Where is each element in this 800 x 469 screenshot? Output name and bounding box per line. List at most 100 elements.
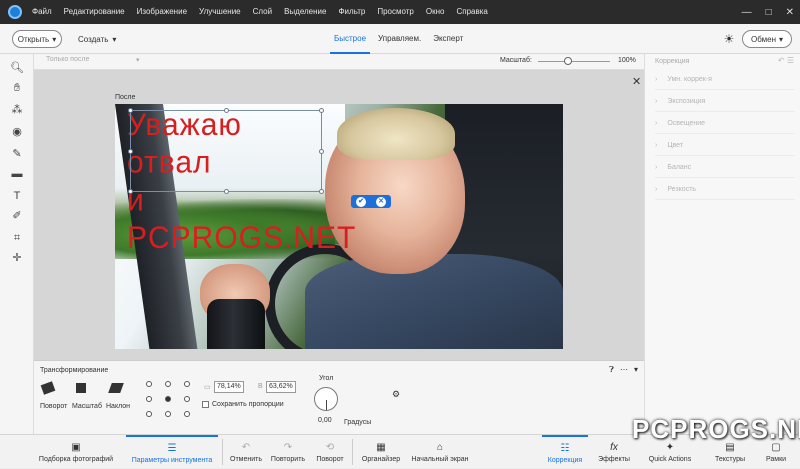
transform-bounding-box[interactable] — [128, 108, 324, 194]
taskbar-divider — [222, 439, 223, 465]
reset-icon[interactable]: ↶ ☰ — [778, 56, 794, 65]
watermark: PCPROGS.NET — [632, 414, 800, 444]
transform-handle[interactable] — [319, 189, 324, 194]
photo-bin-button[interactable]: ▣ Подборка фотографий — [34, 435, 118, 469]
reference-point[interactable] — [146, 411, 152, 417]
close-window-button[interactable]: ✕ — [786, 7, 794, 18]
correction-item-exposure[interactable]: › Экспозиция — [655, 92, 795, 112]
angle-value: 0,00 — [318, 417, 332, 424]
reference-point[interactable] — [184, 381, 190, 387]
correction-item-lighting[interactable]: › Освещение — [655, 114, 795, 134]
transform-handle[interactable] — [319, 149, 324, 154]
height-field[interactable]: 63,62% — [266, 381, 296, 393]
transform-handle[interactable] — [224, 108, 229, 113]
tab-expert[interactable]: Эксперт — [429, 24, 467, 54]
photo-canvas[interactable]: Уважаю отвал и PCPROGS.NET ✔ ✕ — [115, 104, 563, 349]
menu-help[interactable]: Справка — [450, 0, 493, 24]
transform-handle[interactable] — [128, 189, 133, 194]
chevron-down-icon: ▾ — [778, 34, 783, 44]
adjustments-button[interactable]: ☷ Коррекция — [542, 435, 588, 469]
effects-button[interactable]: fx Эффекты — [594, 435, 634, 469]
menu-view[interactable]: Просмотр — [371, 0, 420, 24]
crop-icon[interactable]: ⌗ — [9, 230, 25, 246]
home-screen-button[interactable]: ⌂ Начальный экран — [408, 435, 472, 469]
menu-edit[interactable]: Редактирование — [58, 0, 131, 24]
menu-layer[interactable]: Слой — [247, 0, 278, 24]
reference-point[interactable] — [165, 411, 171, 417]
height-icon: B — [258, 383, 263, 390]
scale-label[interactable]: Масштаб — [72, 403, 102, 410]
hand-tool-icon[interactable]: ✋︎ — [9, 80, 25, 96]
red-eye-icon[interactable]: ◉ — [9, 124, 25, 140]
chevron-down-icon: ▾ — [136, 57, 140, 64]
transform-handle[interactable] — [128, 108, 133, 113]
transform-handle[interactable] — [128, 149, 133, 154]
open-button[interactable]: Открыть ▾ — [12, 30, 62, 48]
spot-healing-icon[interactable]: ▬ — [9, 166, 25, 182]
reference-point[interactable] — [146, 396, 152, 402]
skew-icon[interactable] — [108, 383, 124, 393]
sun-icon[interactable]: ☀ — [722, 32, 736, 46]
transform-handle[interactable] — [224, 189, 229, 194]
menu-image[interactable]: Изображение — [131, 0, 193, 24]
quick-selection-icon[interactable]: ⁂ — [9, 102, 25, 118]
rotate-label[interactable]: Поворот — [40, 403, 67, 410]
rotate-icon[interactable] — [40, 381, 56, 395]
tab-guided[interactable]: Управляем. — [374, 24, 425, 54]
organizer-button[interactable]: ▦ Органайзер — [358, 435, 404, 469]
window-controls: — □ ✕ — [742, 0, 794, 24]
chevron-right-icon: › — [655, 186, 658, 193]
undo-label: Отменить — [230, 455, 262, 463]
correction-item-sharpness[interactable]: › Резкость — [655, 180, 795, 200]
share-button[interactable]: Обмен ▾ — [742, 30, 792, 48]
maximize-button[interactable]: □ — [766, 7, 772, 18]
settings-icon[interactable]: ⚙ — [392, 389, 400, 400]
menu-select[interactable]: Выделение — [278, 0, 332, 24]
chevron-down-icon[interactable]: ▾ — [634, 365, 638, 375]
reference-point[interactable] — [184, 411, 190, 417]
view-select[interactable]: Только после ▾ — [46, 56, 156, 64]
open-label: Открыть — [17, 34, 50, 44]
rotate-button[interactable]: ⟲ Поворот — [312, 435, 348, 469]
zoom-tool-icon[interactable]: 🔍︎ — [9, 60, 25, 76]
create-button[interactable]: Создать ▾ — [78, 30, 116, 48]
tab-quick[interactable]: Быстрое — [330, 24, 371, 54]
correction-item-color[interactable]: › Цвет — [655, 136, 795, 156]
zoom-slider-thumb[interactable] — [564, 57, 572, 65]
reference-point-selected[interactable] — [165, 396, 171, 402]
text-tool-icon[interactable]: T — [9, 188, 25, 204]
redo-button[interactable]: ↷ Повторить — [266, 435, 310, 469]
menu-bar: Файл Редактирование Изображение Улучшени… — [0, 0, 800, 24]
keep-proportions-checkbox[interactable] — [202, 401, 209, 408]
more-icon[interactable]: ⋯ — [620, 365, 628, 375]
cancel-icon[interactable]: ✕ — [376, 196, 386, 207]
skew-label[interactable]: Наклон — [106, 403, 130, 410]
width-field[interactable]: 78,14% — [214, 381, 244, 393]
zoom-slider-track[interactable] — [538, 61, 610, 62]
menu-enhance[interactable]: Улучшение — [193, 0, 247, 24]
brush-icon[interactable]: ✐ — [9, 208, 25, 224]
scale-icon[interactable] — [76, 383, 86, 393]
chevron-right-icon: › — [655, 76, 658, 83]
menu-filter[interactable]: Фильтр — [332, 0, 371, 24]
minimize-button[interactable]: — — [742, 7, 752, 18]
sliders-icon: ☷ — [560, 442, 570, 454]
menu-file[interactable]: Файл — [26, 0, 58, 24]
move-icon[interactable]: ✛ — [9, 250, 25, 266]
reference-point[interactable] — [165, 381, 171, 387]
close-icon[interactable]: ✕ — [632, 76, 641, 88]
angle-dial[interactable] — [314, 387, 338, 411]
menu-window[interactable]: Окно — [420, 0, 451, 24]
reference-point[interactable] — [146, 381, 152, 387]
undo-button[interactable]: ↶ Отменить — [226, 435, 266, 469]
whiten-teeth-icon[interactable]: ✎ — [9, 146, 25, 162]
canvas-area: ✕ После Уважаю отвал и PCPROGS.NET ✔ ✕ — [34, 70, 644, 360]
reference-point[interactable] — [184, 396, 190, 402]
tool-options-button[interactable]: ☰ Параметры инструмента — [126, 435, 218, 469]
commit-icon[interactable]: ✔ — [356, 196, 366, 207]
correction-item-balance[interactable]: › Баланс — [655, 158, 795, 178]
correction-item-smart-fix[interactable]: › Умн. коррек-я — [655, 70, 795, 90]
adjustments-label: Коррекция — [547, 456, 583, 464]
transform-handle[interactable] — [319, 108, 324, 113]
help-icon[interactable]: ❓︎ — [609, 365, 614, 375]
